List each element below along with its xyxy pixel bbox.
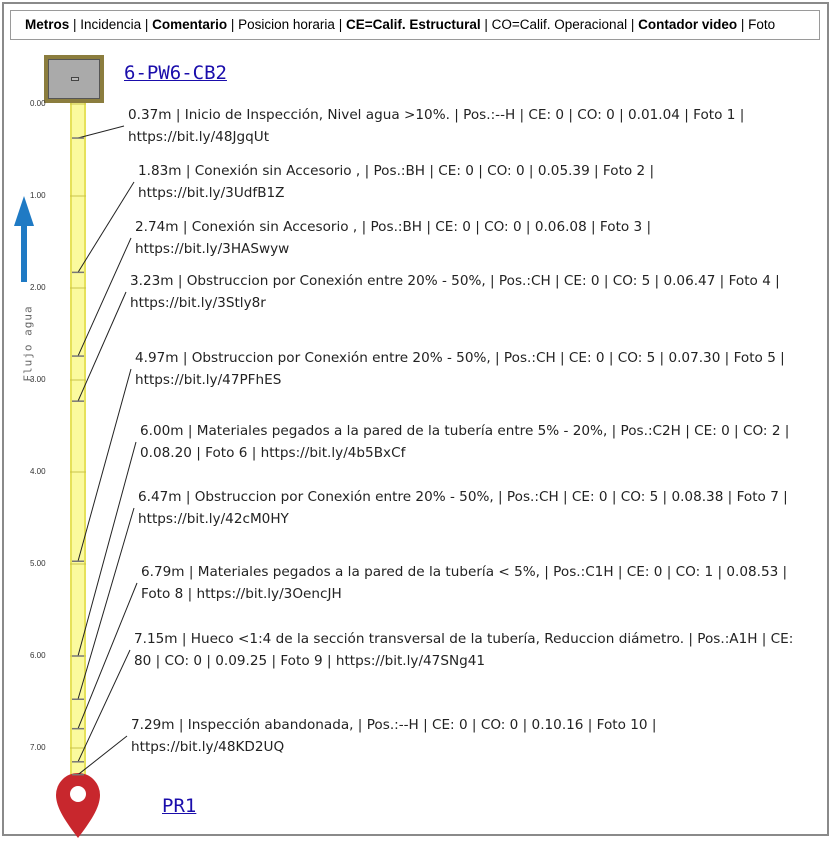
defect-text: 1.83m | Conexión sin Accesorio , | Pos.:… — [138, 163, 655, 201]
scale-tick-label: 2.00 — [30, 283, 46, 292]
location-pin-icon[interactable] — [56, 773, 100, 838]
defect-text: 6.47m | Obstruccion por Conexión entre 2… — [138, 489, 788, 527]
defect-text: 6.79m | Materiales pegados a la pared de… — [141, 564, 788, 602]
defect-leader-line — [77, 441, 137, 657]
defect-leader-line — [77, 237, 132, 357]
scale-tick-label: 4.00 — [30, 467, 46, 476]
flow-arrow-icon — [14, 196, 34, 282]
scale-tick-label: 1.00 — [30, 191, 46, 200]
defect-leader-line — [77, 181, 135, 273]
defect-annotation[interactable]: 2.74m | Conexión sin Accesorio , | Pos.:… — [135, 216, 795, 260]
scale-tick-label: 0.00 — [30, 99, 46, 108]
defect-text: 2.74m | Conexión sin Accesorio , | Pos.:… — [135, 219, 652, 257]
defect-text: 7.15m | Hueco <1:4 de la sección transve… — [134, 631, 794, 669]
defect-annotation[interactable]: 7.29m | Inspección abandonada, | Pos.:--… — [131, 714, 791, 758]
defect-text: 4.97m | Obstruccion por Conexión entre 2… — [135, 350, 785, 388]
end-node-link[interactable]: PR1 — [162, 795, 196, 817]
defect-text: 3.23m | Obstruccion por Conexión entre 2… — [130, 273, 780, 311]
defect-annotation[interactable]: 6.79m | Materiales pegados a la pared de… — [141, 561, 801, 605]
defect-annotation[interactable]: 0.37m | Inicio de Inspección, Nivel agua… — [128, 104, 788, 148]
defect-annotation[interactable]: 3.23m | Obstruccion por Conexión entre 2… — [130, 270, 790, 314]
defect-leader-line — [77, 582, 138, 729]
defect-leader-line — [77, 649, 131, 763]
defect-leader-line — [77, 368, 132, 562]
defect-annotation[interactable]: 6.47m | Obstruccion por Conexión entre 2… — [138, 486, 808, 530]
scale-tick-label: 5.00 — [30, 559, 46, 568]
defect-annotation[interactable]: 7.15m | Hueco <1:4 de la sección transve… — [134, 628, 794, 672]
defect-leader-line — [77, 735, 128, 776]
defect-annotation[interactable]: 4.97m | Obstruccion por Conexión entre 2… — [135, 347, 795, 391]
scale-tick-label: 6.00 — [30, 651, 46, 660]
defect-leader-line — [77, 507, 135, 700]
defect-leader-line — [77, 125, 125, 139]
defect-annotation[interactable]: 6.00m | Materiales pegados a la pared de… — [140, 420, 790, 464]
scale-tick-label: 7.00 — [30, 743, 46, 752]
defect-text: 6.00m | Materiales pegados a la pared de… — [140, 423, 790, 461]
defect-text: 0.37m | Inicio de Inspección, Nivel agua… — [128, 107, 745, 145]
scale-tick-label: 3.00 — [30, 375, 46, 384]
defect-annotation[interactable]: 1.83m | Conexión sin Accesorio , | Pos.:… — [138, 160, 798, 204]
defect-leader-line — [77, 291, 127, 402]
defect-text: 7.29m | Inspección abandonada, | Pos.:--… — [131, 717, 657, 755]
